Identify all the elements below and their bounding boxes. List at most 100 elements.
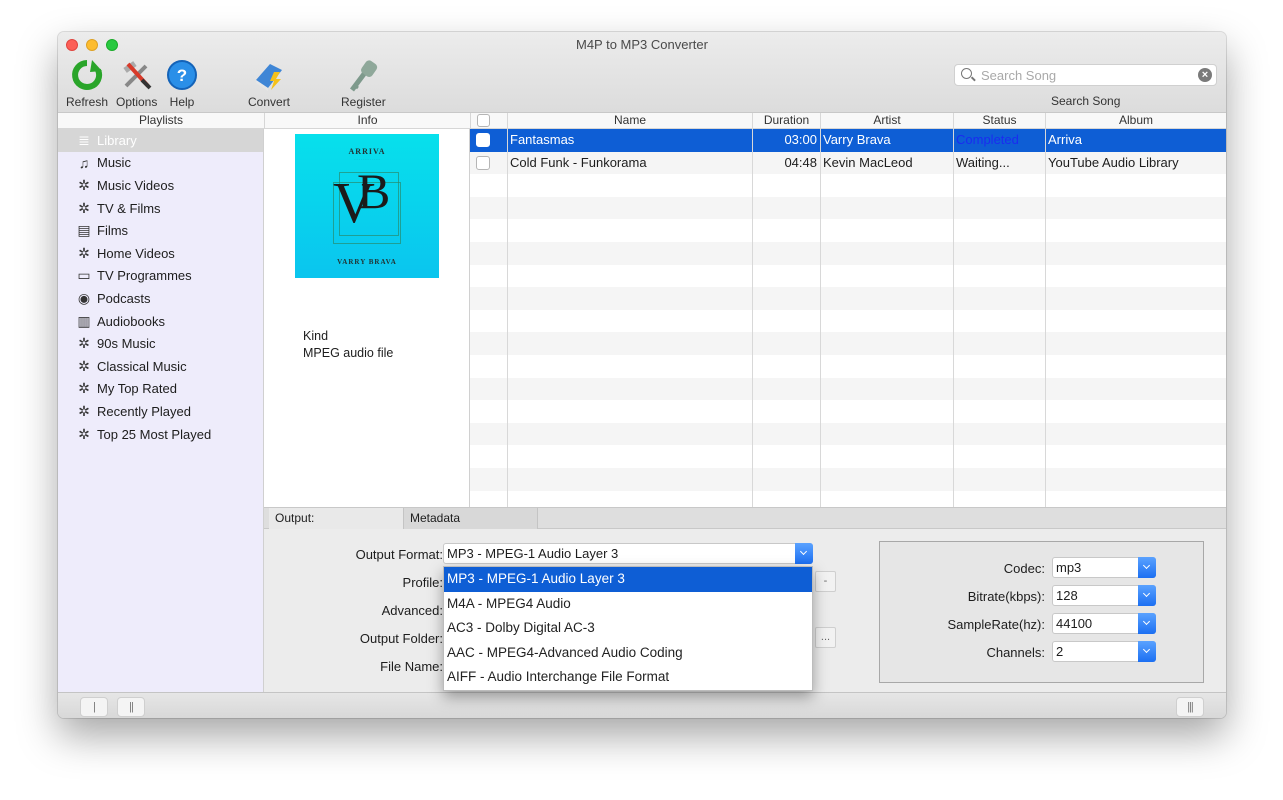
format-option[interactable]: AIFF - Audio Interchange File Format — [444, 665, 812, 690]
empty-row — [470, 174, 1226, 197]
layout-button-1[interactable]: | — [80, 697, 108, 717]
empty-row — [470, 377, 1226, 401]
gear-icon: ✲ — [78, 335, 90, 352]
tools-icon — [120, 58, 154, 92]
empty-row — [470, 422, 1226, 446]
sidebar-item[interactable]: ✲ Music Videos — [58, 174, 263, 197]
search-field[interactable]: × — [954, 64, 1217, 86]
format-option[interactable]: MP3 - MPEG-1 Audio Layer 3 — [444, 567, 812, 592]
tab-metadata[interactable]: Metadata — [404, 508, 538, 529]
sidebar-item[interactable]: ≣ Library — [58, 129, 263, 152]
help-icon: ? — [165, 58, 199, 92]
register-button[interactable]: Register — [341, 58, 386, 109]
playlists-sidebar: ≣ Library ♫ Music ✲ Music Videos ✲ TV & Films ▤ F… — [58, 129, 264, 692]
sidebar-item[interactable]: ▥ Audiobooks — [58, 310, 263, 333]
help-button[interactable]: ? Help — [165, 58, 199, 109]
chevron-down-icon[interactable] — [1138, 613, 1156, 634]
sidebar-item[interactable]: ✲ 90s Music — [58, 332, 263, 355]
profile-button[interactable]: - — [815, 571, 836, 592]
options-button[interactable]: Options — [116, 58, 157, 109]
sidebar-item-label: Films — [97, 223, 129, 239]
empty-row — [470, 219, 1226, 242]
profile-label: Profile: — [402, 575, 443, 590]
layout-button-3[interactable]: ||| — [1176, 697, 1204, 717]
codec-label: Codec: — [1003, 561, 1045, 576]
layout-button-2[interactable]: || — [117, 697, 145, 717]
samplerate-select[interactable]: 44100 — [1052, 613, 1156, 634]
sidebar-item-label: Classical Music — [97, 358, 187, 374]
output-folder-label: Output Folder: — [359, 631, 443, 646]
chevron-down-icon[interactable] — [1138, 557, 1156, 578]
audio-settings-box: Codec: mp3 Bitrate(kbps): 128 SampleRate… — [879, 541, 1204, 683]
convert-book-icon — [252, 58, 286, 92]
file-name-label: File Name: — [380, 659, 443, 674]
library-icon: ≣ — [78, 131, 90, 148]
name-column-header[interactable]: Name — [507, 113, 752, 129]
table-row[interactable]: Fantasmas 03:00 Varry Brava Completed Arriva — [470, 129, 1226, 152]
sidebar-item[interactable]: ▤ Films — [58, 219, 263, 242]
sidebar-item[interactable]: ◉ Podcasts — [58, 287, 263, 310]
track-album: Arriva — [1048, 132, 1082, 147]
duration-column-header[interactable]: Duration — [752, 113, 820, 129]
podcast-icon: ◉ — [77, 289, 91, 306]
sidebar-item-label: Audiobooks — [97, 313, 165, 329]
playlists-header: Playlists — [58, 113, 264, 129]
track-duration: 03:00 — [784, 132, 817, 147]
format-option[interactable]: AC3 - Dolby Digital AC-3 — [444, 616, 812, 641]
empty-row — [470, 332, 1226, 355]
track-status: Waiting... — [956, 154, 1010, 170]
sidebar-item-label: Recently Played — [97, 403, 191, 419]
chevron-down-icon[interactable] — [1138, 641, 1156, 662]
output-format-dropdown: MP3 - MPEG-1 Audio Layer 3 M4A - MPEG4 Au… — [443, 566, 813, 691]
kind-value: MPEG audio file — [303, 346, 394, 360]
select-all-header[interactable] — [470, 113, 507, 129]
sidebar-item[interactable]: ✲ Recently Played — [58, 400, 263, 423]
refresh-button[interactable]: Refresh — [66, 58, 108, 109]
sidebar-item[interactable]: ♫ Music — [58, 152, 263, 175]
format-option[interactable]: AAC - MPEG4-Advanced Audio Coding — [444, 641, 812, 666]
key-icon — [346, 58, 380, 92]
empty-row — [470, 310, 1226, 333]
channels-select[interactable]: 2 — [1052, 641, 1156, 662]
tracks-table: Fantasmas 03:00 Varry Brava Completed Arriva… — [470, 129, 1226, 507]
advanced-label: Advanced: — [381, 603, 443, 618]
clear-search-icon[interactable]: × — [1198, 68, 1212, 82]
bitrate-select[interactable]: 128 — [1052, 585, 1156, 606]
sidebar-item[interactable]: ✲ Home Videos — [58, 242, 263, 265]
format-option[interactable]: M4A - MPEG4 Audio — [444, 592, 812, 617]
empty-row — [470, 265, 1226, 288]
app-window: M4P to MP3 Converter Refresh Options ? H… — [58, 32, 1226, 718]
track-checkbox[interactable] — [476, 133, 490, 147]
sidebar-item[interactable]: ✲ My Top Rated — [58, 378, 263, 401]
output-format-select[interactable]: MP3 - MPEG-1 Audio Layer 3 — [443, 543, 813, 564]
track-checkbox[interactable] — [476, 155, 490, 170]
select-all-checkbox[interactable] — [477, 114, 490, 127]
convert-button[interactable]: Convert — [248, 58, 290, 109]
info-panel: ARRIVA · · · · · · · · · · · · · · · V B… — [264, 129, 470, 507]
gear-icon: ✲ — [78, 176, 90, 193]
browse-folder-button[interactable]: ... — [815, 627, 836, 648]
book-icon: ▥ — [77, 312, 91, 329]
sidebar-item[interactable]: ✲ Classical Music — [58, 355, 263, 378]
track-duration: 04:48 — [784, 154, 817, 170]
empty-row — [470, 491, 1226, 507]
table-row[interactable]: Cold Funk - Funkorama 04:48 Kevin MacLeod W… — [470, 151, 1226, 175]
empty-row — [470, 468, 1226, 491]
search-input[interactable] — [981, 67, 1181, 84]
empty-row — [470, 287, 1226, 310]
chevron-down-icon[interactable] — [795, 543, 813, 564]
chevron-down-icon[interactable] — [1138, 585, 1156, 606]
sidebar-item-label: 90s Music — [97, 336, 156, 352]
empty-row — [470, 196, 1226, 220]
sidebar-item[interactable]: ✲ Top 25 Most Played — [58, 423, 263, 446]
album-column-header[interactable]: Album — [1045, 113, 1226, 129]
tab-output[interactable]: Output: — [269, 508, 404, 529]
status-column-header[interactable]: Status — [953, 113, 1045, 129]
codec-select[interactable]: mp3 — [1052, 557, 1156, 578]
sidebar-item-label: Home Videos — [97, 245, 175, 261]
track-artist: Varry Brava — [823, 132, 891, 147]
artist-column-header[interactable]: Artist — [820, 113, 953, 129]
sidebar-item[interactable]: ✲ TV & Films — [58, 197, 263, 220]
sidebar-item-label: Top 25 Most Played — [97, 426, 212, 442]
sidebar-item[interactable]: ▭ TV Programmes — [58, 265, 263, 288]
